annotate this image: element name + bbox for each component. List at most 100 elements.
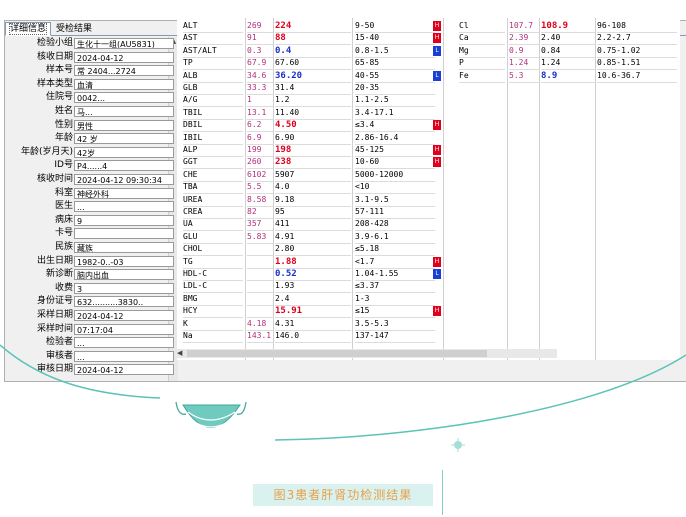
result-item-name[interactable]: K <box>183 318 243 331</box>
result-item-name[interactable]: AST/ALT <box>183 45 243 58</box>
result-flag: H <box>433 120 441 131</box>
result-value: 238 <box>275 156 351 170</box>
result-value: 2.80 <box>275 243 351 257</box>
info-field-value[interactable]: 2024-04-12 09:30:34 <box>74 174 174 185</box>
result-item-name[interactable]: ALB <box>183 70 243 83</box>
result-reference-range: 10-60 <box>355 156 435 170</box>
info-field-value[interactable]: 2024-04-12 <box>74 51 174 63</box>
result-reference-range: 65-85 <box>355 57 435 71</box>
info-field-value[interactable]: 632..........3830.. <box>74 296 174 308</box>
grid-divider <box>539 18 540 360</box>
result-item-name[interactable]: BMG <box>183 293 243 306</box>
result-value: 88 <box>275 32 351 46</box>
result-item-name[interactable]: Mg <box>459 45 505 58</box>
result-item-name[interactable]: HCY <box>183 305 243 319</box>
info-field-value[interactable]: 42 岁 <box>74 133 174 145</box>
result-reference-range: 3.4-17.1 <box>355 107 435 120</box>
info-field-value[interactable]: 血清 <box>74 78 174 90</box>
result-previous-value: 2.39 <box>509 32 539 46</box>
result-value: 9.18 <box>275 194 351 207</box>
info-field-value[interactable] <box>74 228 174 240</box>
result-previous-value: 5.83 <box>247 231 273 244</box>
result-item-name[interactable]: Cl <box>459 20 505 33</box>
info-field-label: 身份证号 <box>36 296 73 307</box>
grid-divider <box>273 18 274 360</box>
result-item-name[interactable]: DBIL <box>183 119 243 133</box>
info-field-value[interactable]: 男性 <box>74 119 174 131</box>
result-value: 198 <box>275 144 351 157</box>
info-field-value[interactable]: 9 <box>74 214 174 226</box>
result-item-name[interactable]: GLU <box>183 231 243 244</box>
result-item-name[interactable]: Ca <box>459 32 505 46</box>
result-previous-value: 1.24 <box>509 57 539 71</box>
info-field-label: 采样时间 <box>36 323 73 334</box>
result-reference-range: 10.6-36.7 <box>597 70 677 83</box>
info-field-value[interactable]: 生化十一组(AU5831) <box>74 38 174 49</box>
result-previous-value: 269 <box>247 20 273 33</box>
result-reference-range: 0.8-1.5 <box>355 45 435 58</box>
result-previous-value: 13.1 <box>247 107 273 120</box>
info-field-label: 病床 <box>54 214 73 225</box>
info-field-value[interactable]: 神经外科 <box>74 187 174 199</box>
info-field: 住院号 0042... <box>5 91 178 104</box>
result-item-name[interactable]: Fe <box>459 70 505 83</box>
info-field-value[interactable]: P4......4 <box>74 160 174 172</box>
result-reference-range: <1.7 <box>355 256 435 269</box>
result-item-name[interactable]: TP <box>183 57 243 71</box>
info-field-value[interactable]: 3 <box>74 282 174 294</box>
result-previous-value: 8.58 <box>247 194 273 207</box>
result-previous-value: 357 <box>247 218 273 232</box>
result-item-name[interactable]: HDL-C <box>183 268 243 281</box>
result-item-name[interactable]: GGT <box>183 156 243 170</box>
result-item-name[interactable]: IBIL <box>183 132 243 145</box>
info-field-label: 年龄 <box>54 133 73 144</box>
grid-divider <box>245 18 246 360</box>
result-value: 4.91 <box>275 231 351 244</box>
result-reference-range: 40-55 <box>355 70 435 83</box>
result-item-name[interactable]: TBA <box>183 181 243 195</box>
grid-divider <box>352 18 353 360</box>
result-previous-value <box>247 305 273 319</box>
info-field-value[interactable]: 1982-0..-03 <box>74 255 174 267</box>
result-reference-range: 45-125 <box>355 144 435 157</box>
sparkle-icon <box>451 438 465 452</box>
result-item-name[interactable]: LDL-C <box>183 280 243 294</box>
result-item-name[interactable]: A/G <box>183 94 243 108</box>
info-field-value[interactable]: 脑内出血 <box>74 269 174 281</box>
result-previous-value: 67.9 <box>247 57 273 71</box>
result-item-name[interactable]: P <box>459 57 505 71</box>
result-item-name[interactable]: TBIL <box>183 107 243 120</box>
deco-curve-right <box>274 354 686 441</box>
info-field-value[interactable]: 常 2404...2724 <box>74 65 174 77</box>
tab-details[interactable]: 详细信息 <box>5 22 52 36</box>
info-field: 科室 神经外科 <box>5 187 178 200</box>
result-item-name[interactable]: UREA <box>183 194 243 207</box>
result-value: 2.40 <box>541 32 595 46</box>
info-field-value[interactable]: 马... <box>74 106 174 117</box>
result-previous-value: 82 <box>247 206 273 219</box>
result-previous-value <box>247 293 273 306</box>
info-field-label: 核收日期 <box>36 51 73 62</box>
result-item-name[interactable]: ALT <box>183 20 243 33</box>
result-reference-range: 9-50 <box>355 20 435 33</box>
result-item-name[interactable]: CHOL <box>183 243 243 257</box>
result-item-name[interactable]: CHE <box>183 169 243 182</box>
result-flag: H <box>433 33 441 44</box>
info-field-value[interactable]: 藏族 <box>74 242 174 253</box>
info-field-value[interactable]: ... <box>74 201 174 213</box>
result-item-name[interactable]: ALP <box>183 144 243 157</box>
result-item-name[interactable]: TG <box>183 256 243 269</box>
result-item-name[interactable]: UA <box>183 218 243 232</box>
info-field-value[interactable]: 0042... <box>74 92 174 104</box>
info-field-value[interactable]: 2024-04-12 <box>74 310 174 321</box>
info-field: 核收日期 2024-04-12 <box>5 51 178 64</box>
info-field-value[interactable]: 42岁 <box>74 146 174 158</box>
tab-results[interactable]: 受检结果 <box>51 22 97 36</box>
result-value: 5907 <box>275 169 351 182</box>
info-field: 姓名 马... <box>5 105 178 118</box>
info-field: 采样时间 07:17:04 <box>5 323 178 336</box>
info-field-value[interactable]: 07:17:04 <box>74 323 174 335</box>
result-item-name[interactable]: CREA <box>183 206 243 219</box>
result-item-name[interactable]: GLB <box>183 82 243 95</box>
result-item-name[interactable]: AST <box>183 32 243 46</box>
